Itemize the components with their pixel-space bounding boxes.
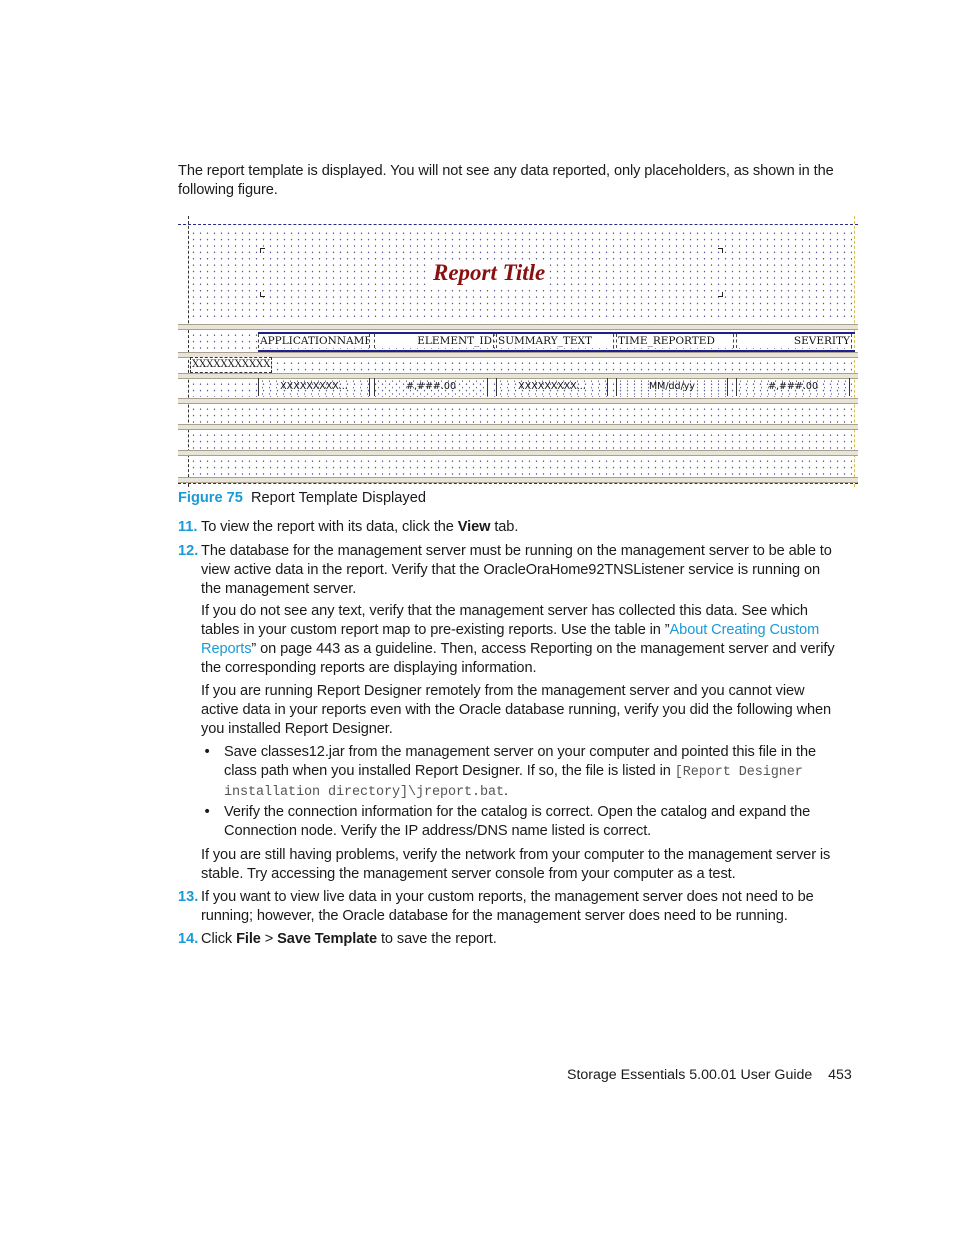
title-box-corner [260, 292, 265, 297]
report-template-figure: Report Title APPLICATIONNAME ELEMENT_ID … [178, 212, 858, 487]
column-header-summary-text[interactable]: SUMMARY_TEXT [496, 334, 614, 348]
report-title-label[interactable]: Report Title [431, 260, 548, 286]
guide-title: Storage Essentials 5.00.01 User Guide [567, 1067, 813, 1083]
file-menu-ref: File [236, 931, 261, 947]
step-text: > [260, 931, 278, 947]
bullet-icon: • [203, 804, 212, 820]
group-section-grid [190, 358, 852, 372]
step-number: 14. [178, 931, 199, 947]
title-box-corner [718, 292, 723, 297]
detail-field-applicationname[interactable]: XXXXXXXXX... [258, 378, 370, 396]
step-text: tab. [490, 519, 519, 535]
remote-designer-paragraph: If you are running Report Designer remot… [201, 683, 832, 737]
footer-section-grid [190, 404, 852, 424]
step-12-text: The database for the management server m… [201, 543, 832, 597]
bullet-icon: • [203, 744, 212, 760]
step-14-text: Click File > Save Template to save the r… [201, 930, 843, 949]
column-header-applicationname[interactable]: APPLICATIONNAME [258, 334, 370, 348]
step-number: 11. [178, 519, 198, 535]
detail-field-element-id[interactable]: #,###.00 [374, 378, 488, 396]
step-number: 12. [178, 543, 199, 559]
group-field[interactable]: XXXXXXXXXXX [190, 357, 273, 373]
paragraph-text: ” on page 443 as a guideline. Then, acce… [201, 641, 835, 676]
detail-field-summary-text[interactable]: XXXXXXXXX... [496, 378, 608, 396]
detail-field-severity[interactable]: #,###.00 [736, 378, 850, 396]
intro-paragraph: The report template is displayed. You wi… [178, 163, 834, 198]
step-text: To view the report with its data, click … [201, 519, 458, 535]
detail-field-time-reported[interactable]: MM/dd/yy [616, 378, 728, 396]
column-header-row: APPLICATIONNAME ELEMENT_ID SUMMARY_TEXT … [258, 332, 855, 352]
page-bottom-margin-line [178, 483, 858, 484]
page-footer: Storage Essentials 5.00.01 User Guide 45… [567, 1067, 852, 1083]
bullet-item: Save classes12.jar from the management s… [224, 743, 844, 802]
figure-caption-text: Report Template Displayed [251, 490, 426, 506]
step-text: to save the report. [377, 931, 497, 947]
figure-number: Figure 75 [178, 490, 243, 506]
bullet-text: . [504, 783, 509, 799]
step-text: Click [201, 931, 237, 947]
step-13-text: If you want to view live data in your cu… [201, 889, 814, 924]
still-problems-paragraph: If you are still having problems, verify… [201, 847, 831, 882]
save-template-menu-ref: Save Template [277, 931, 377, 947]
step-11-text: To view the report with its data, click … [201, 518, 843, 537]
column-header-time-reported[interactable]: TIME_REPORTED [616, 334, 734, 348]
footer-section-grid [190, 456, 852, 476]
section-divider [178, 477, 858, 483]
column-header-severity[interactable]: SEVERITY [736, 334, 852, 348]
page-number: 453 [828, 1067, 852, 1083]
page-top-margin-line [178, 224, 858, 225]
bullet-item: Verify the connection information for th… [224, 804, 811, 839]
no-text-paragraph: If you do not see any text, verify that … [201, 602, 843, 678]
column-header-element-id[interactable]: ELEMENT_ID [374, 334, 494, 348]
step-number: 13. [178, 889, 199, 905]
view-tab-ref: View [457, 519, 491, 535]
title-box-corner [260, 248, 265, 253]
title-box-corner [718, 248, 723, 253]
figure-caption: Figure 75 Report Template Displayed [178, 490, 426, 506]
footer-section-grid [190, 430, 852, 450]
